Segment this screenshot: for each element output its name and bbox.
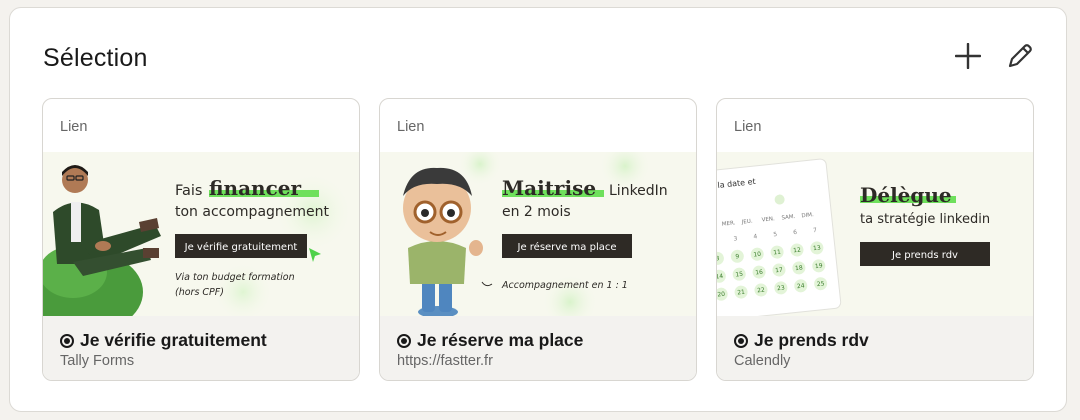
card-cta: Je vérifie gratuitement	[60, 330, 267, 351]
add-button[interactable]	[952, 40, 984, 72]
card-cta-label: Je réserve ma place	[417, 330, 584, 350]
calendar-date: 25	[817, 280, 826, 288]
calendar-day-label: JEU.	[741, 218, 754, 225]
calendar-date: 12	[793, 247, 802, 255]
pencil-icon	[1008, 44, 1032, 68]
calendar-date: 15	[735, 271, 744, 279]
selection-section: Sélection Lien Fais financer ton accompa…	[9, 7, 1067, 412]
card-footer: Je vérifie gratuitement Tally Forms	[43, 316, 359, 380]
card-cta-label: Je prends rdv	[754, 330, 869, 350]
card-type-label: Lien	[734, 119, 762, 135]
calendar-date: 21	[737, 289, 746, 297]
banner-line1-suffix: LinkedIn	[609, 183, 668, 199]
card-banner-image: Maitrise LinkedIn en 2 mois Je réserve m…	[380, 152, 696, 316]
banner-line1-highlight: Délègue	[860, 183, 952, 207]
banner-note-line2: (hors CPF)	[175, 287, 224, 298]
link-card-linkedin[interactable]: Lien Maitrise LinkedIn en 2 mois Je rése…	[379, 98, 697, 381]
card-source: https://fastter.fr	[397, 353, 493, 369]
calendar-date: 13	[813, 245, 822, 253]
card-cta-label: Je vérifie gratuitement	[80, 330, 267, 350]
card-banner-image: Fais financer ton accompagnement Je véri…	[43, 152, 359, 316]
calendar-date: 16	[755, 269, 764, 277]
banner-line2: ton accompagnement	[175, 204, 330, 220]
banner-button-label: Je réserve ma place	[517, 241, 617, 253]
link-card-financement[interactable]: Lien Fais financer ton accompagnement Je…	[42, 98, 360, 381]
section-title: Sélection	[43, 44, 148, 72]
link-card-rdv[interactable]: Lien ez la date et MER.JEU.VEN.SAM.DIM.2…	[716, 98, 1034, 381]
banner-note: Accompagnement en 1 : 1	[501, 280, 628, 291]
calendar-date: 10	[753, 251, 762, 259]
calendar-date: 24	[797, 282, 806, 290]
card-cta: Je réserve ma place	[397, 330, 583, 351]
card-source: Calendly	[734, 353, 791, 369]
banner-button-label: Je vérifie gratuitement	[184, 241, 298, 253]
card-cta: Je prends rdv	[734, 330, 869, 351]
banner-note-line1: Via ton budget formation	[175, 272, 295, 283]
card-banner-image: ez la date et MER.JEU.VEN.SAM.DIM.234567…	[717, 152, 1033, 316]
banner-line2: ta stratégie linkedin	[860, 212, 990, 227]
card-type-label: Lien	[397, 119, 425, 135]
calendar-date: 23	[777, 285, 786, 293]
card-footer: Je réserve ma place https://fastter.fr	[380, 316, 696, 380]
radio-bullet-icon	[60, 333, 74, 348]
card-type-label: Lien	[60, 119, 88, 135]
card-source: Tally Forms	[60, 353, 135, 369]
banner-line1-highlight: Maitrise	[502, 176, 596, 200]
calendar-date: 20	[717, 291, 726, 299]
banner-line2: en 2 mois	[502, 204, 571, 220]
radio-bullet-icon	[397, 333, 411, 348]
calendar-date: 19	[815, 262, 824, 270]
calendar-date: 18	[795, 265, 804, 273]
banner-line1-prefix: Fais	[175, 183, 202, 199]
calendar-date: 17	[775, 267, 784, 275]
plus-icon	[955, 43, 981, 69]
calendar-date: 22	[757, 287, 766, 295]
banner-line1-highlight: financer	[209, 176, 301, 200]
calendar-date: 14	[717, 273, 724, 281]
edit-button[interactable]	[1004, 40, 1036, 72]
banner-button-label: Je prends rdv	[891, 250, 958, 261]
radio-bullet-icon	[734, 333, 748, 348]
section-actions	[952, 40, 1036, 72]
calendar-date: 11	[773, 249, 782, 257]
card-footer: Je prends rdv Calendly	[717, 316, 1033, 380]
